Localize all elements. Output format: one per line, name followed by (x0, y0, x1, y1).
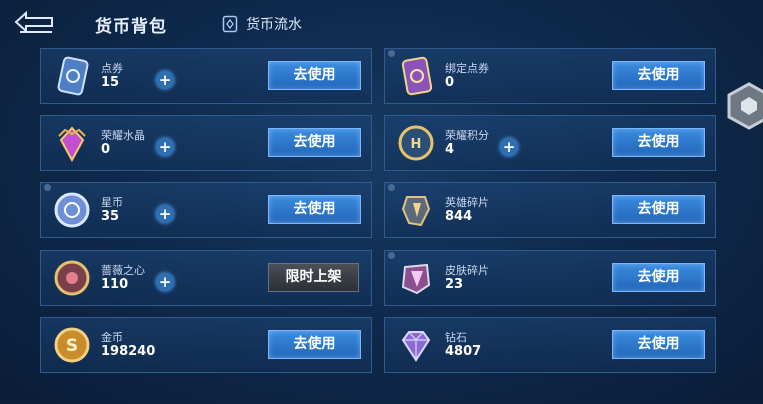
skin-fragment-icon (401, 263, 431, 295)
rose-heart-icon (54, 260, 90, 296)
back-arrow-icon (14, 10, 53, 34)
currency-name: 星币 (101, 196, 123, 209)
gold-coin-icon: S (54, 327, 90, 363)
add-button[interactable]: + (156, 273, 174, 291)
use-button[interactable]: 去使用 (268, 61, 361, 90)
currency-name: 金币 (101, 331, 123, 344)
limited-release-button[interactable]: 限时上架 (268, 263, 359, 292)
currency-flow-label: 货币流水 (246, 17, 302, 33)
back-button[interactable] (12, 10, 56, 36)
voucher-card-icon (57, 56, 89, 96)
currency-card-glory-points: H 荣耀积分 4 + 去使用 (384, 115, 716, 171)
currency-count: 4 (445, 142, 455, 157)
use-button[interactable]: 去使用 (612, 263, 705, 292)
currency-name: 点券 (101, 62, 123, 75)
add-button[interactable]: + (156, 138, 174, 156)
svg-text:H: H (411, 137, 422, 152)
use-button[interactable]: 去使用 (612, 330, 705, 359)
use-button[interactable]: 去使用 (612, 61, 705, 90)
currency-name: 荣耀积分 (445, 129, 489, 142)
currency-count: 0 (445, 75, 455, 90)
currency-card-bound-dianquan: 绑定点券 0 去使用 (384, 48, 716, 104)
currency-card-dianquan: 点券 15 + 去使用 (40, 48, 372, 104)
svg-text:S: S (66, 336, 78, 356)
star-coin-icon (54, 192, 90, 228)
currency-name: 英雄碎片 (445, 196, 489, 209)
currency-count: 4807 (445, 344, 482, 359)
add-button[interactable]: + (500, 138, 518, 156)
currency-name: 皮肤碎片 (445, 264, 489, 277)
currency-card-gold: S 金币 198240 去使用 (40, 317, 372, 373)
currency-count: 844 (445, 209, 473, 224)
currency-card-star-coin: 星币 35 + 去使用 (40, 182, 372, 238)
currency-name: 绑定点券 (445, 62, 489, 75)
currency-card-hero-fragments: 英雄碎片 844 去使用 (384, 182, 716, 238)
add-button[interactable]: + (156, 205, 174, 223)
page-title: 货币背包 (95, 17, 167, 37)
currency-count: 23 (445, 277, 464, 292)
currency-count: 0 (101, 142, 111, 157)
use-button[interactable]: 去使用 (612, 195, 705, 224)
currency-count: 15 (101, 75, 120, 90)
currency-name: 钻石 (445, 331, 467, 344)
currency-name: 荣耀水晶 (101, 129, 145, 142)
diamond-icon (401, 331, 431, 362)
add-button[interactable]: + (156, 71, 174, 89)
currency-card-diamond: 钻石 4807 去使用 (384, 317, 716, 373)
hero-fragment-icon (401, 196, 431, 227)
currency-name: 蔷薇之心 (101, 264, 145, 277)
currency-card-skin-fragments: 皮肤碎片 23 去使用 (384, 250, 716, 306)
currency-count: 198240 (101, 344, 156, 359)
use-button[interactable]: 去使用 (268, 330, 361, 359)
currency-flow-link[interactable]: 货币流水 (222, 14, 302, 34)
hex-settings-icon[interactable] (727, 82, 763, 130)
top-bar: 货币背包 货币流水 (0, 0, 763, 46)
currency-count: 35 (101, 209, 120, 224)
bound-voucher-card-icon (401, 56, 433, 96)
use-button[interactable]: 去使用 (268, 195, 361, 224)
crystal-icon (58, 126, 86, 163)
currency-card-rose-heart: 蔷薇之心 110 + 限时上架 (40, 250, 372, 306)
use-button[interactable]: 去使用 (268, 128, 361, 157)
currency-count: 110 (101, 277, 129, 292)
currency-card-glory-crystal: 荣耀水晶 0 + 去使用 (40, 115, 372, 171)
use-button[interactable]: 去使用 (612, 128, 705, 157)
glory-points-icon: H (398, 125, 434, 161)
ledger-icon (222, 15, 238, 33)
